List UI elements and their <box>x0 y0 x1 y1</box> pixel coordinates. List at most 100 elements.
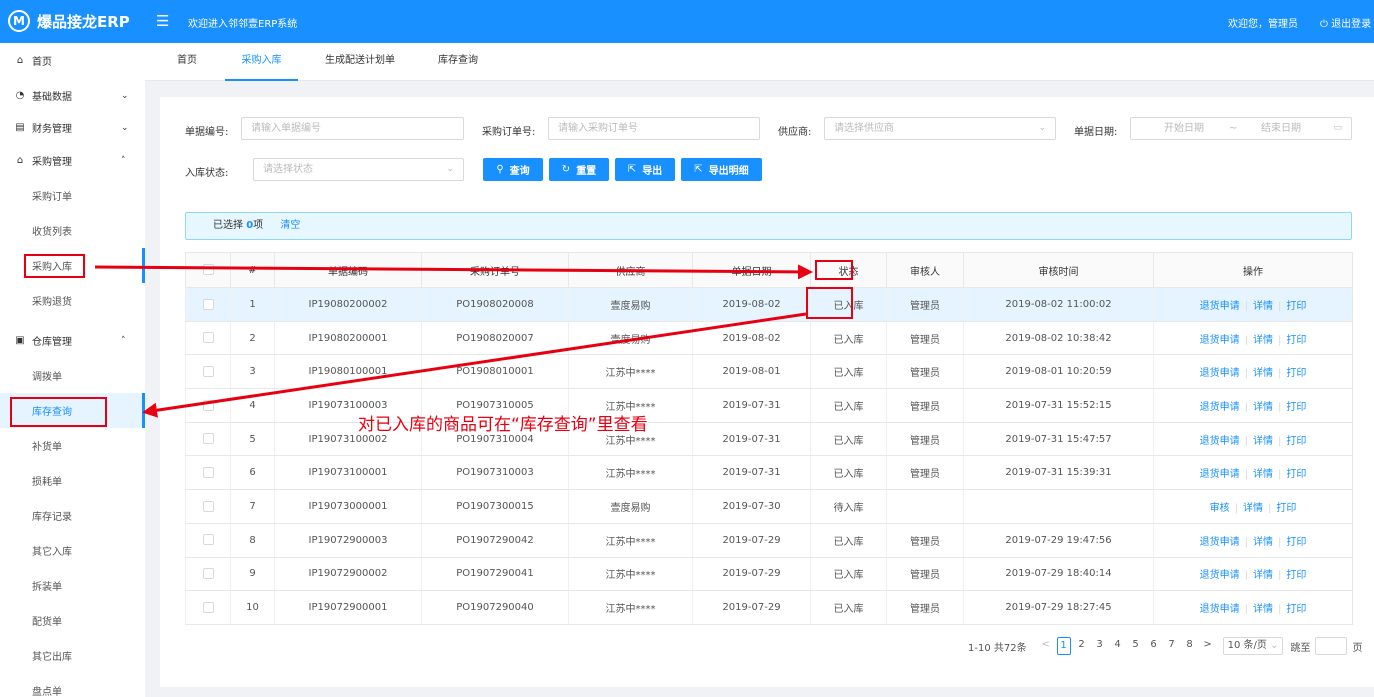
return-request-link[interactable]: 退货申请 <box>1200 301 1240 312</box>
prev-page-button[interactable]: < <box>1039 637 1053 655</box>
actions[interactable]: 退货申请 | 详情 | 打印 <box>1153 321 1353 356</box>
actions[interactable]: 退货申请 | 详情 | 打印 <box>1153 557 1353 592</box>
table-row[interactable]: 3 IP19080100001 PO1908010001 江苏中**** 2019-08… <box>185 354 1353 390</box>
status-select[interactable]: 请选择状态 ⌄ <box>253 158 464 181</box>
sidebar-item-purchase-order[interactable]: 采购订单 <box>0 178 145 213</box>
table-row[interactable]: 1 IP19080200002 PO1908020008 壹度易购 2019-08-02… <box>185 287 1353 322</box>
page-button[interactable]: 8 <box>1183 637 1197 655</box>
checkbox[interactable] <box>202 500 214 512</box>
po-no-input[interactable]: 请输入采购订单号 <box>548 117 760 140</box>
sidebar-item-other-out[interactable]: 其它出库 <box>0 638 145 673</box>
checkbox[interactable] <box>202 534 214 546</box>
sidebar-item-other-in[interactable]: 其它入库 <box>0 533 145 568</box>
sidebar-item-warehouse[interactable]: ▣ 仓库管理 ˄ <box>0 323 145 358</box>
print-link[interactable]: 打印 <box>1286 402 1306 413</box>
print-link[interactable]: 打印 <box>1286 301 1306 312</box>
clear-selection-link[interactable]: 清空 <box>280 220 300 231</box>
sidebar-item-basic-data[interactable]: ◔ 基础数据 ⌄ <box>0 78 145 113</box>
checkbox[interactable] <box>202 399 214 411</box>
page-button[interactable]: 3 <box>1093 637 1107 655</box>
tab-stock-query[interactable]: 库存查询 <box>430 43 486 81</box>
checkbox[interactable] <box>202 298 214 310</box>
user-greeting[interactable]: 欢迎您，管理员 <box>1228 15 1298 30</box>
row-checkbox[interactable] <box>185 287 231 322</box>
table-row[interactable]: 10 IP19072900001 PO1907290040 江苏中**** 2019-0… <box>185 590 1353 625</box>
actions[interactable]: 退货申请 | 详情 | 打印 <box>1153 590 1353 625</box>
print-link[interactable]: 打印 <box>1286 604 1306 615</box>
row-checkbox[interactable] <box>185 354 231 390</box>
actions[interactable]: 退货申请 | 详情 | 打印 <box>1153 455 1353 491</box>
table-row[interactable]: 7 IP19073000001 PO1907300015 壹度易购 2019-07-30… <box>185 489 1353 524</box>
actions[interactable]: 退货申请 | 详情 | 打印 <box>1153 422 1353 457</box>
print-link[interactable]: 打印 <box>1286 570 1306 581</box>
table-row[interactable]: 8 IP19072900003 PO1907290042 江苏中**** 2019-07… <box>185 523 1353 558</box>
sidebar-item-distribution[interactable]: 配货单 <box>0 603 145 638</box>
next-page-button[interactable]: > <box>1201 637 1215 655</box>
supplier-select[interactable]: 请选择供应商 ⌄ <box>824 117 1056 140</box>
print-link[interactable]: 打印 <box>1286 537 1306 548</box>
detail-link[interactable]: 详情 <box>1253 537 1273 548</box>
row-checkbox[interactable] <box>185 422 231 457</box>
doc-no-input[interactable]: 请输入单据编号 <box>241 117 464 140</box>
row-checkbox[interactable] <box>185 590 231 625</box>
actions[interactable]: 退货申请 | 详情 | 打印 <box>1153 287 1353 322</box>
tab-purchase-in[interactable]: 采购入库 <box>225 43 298 81</box>
actions[interactable]: 退货申请 | 详情 | 打印 <box>1153 523 1353 558</box>
page-button[interactable]: 1 <box>1056 637 1071 655</box>
audit-link[interactable]: 审核 <box>1210 503 1230 514</box>
print-link[interactable]: 打印 <box>1286 469 1306 480</box>
detail-link[interactable]: 详情 <box>1253 335 1273 346</box>
checkbox[interactable] <box>202 264 214 276</box>
row-checkbox[interactable] <box>185 321 231 356</box>
table-row[interactable]: 9 IP19072900002 PO1907290041 江苏中**** 2019-07… <box>185 557 1353 592</box>
checkbox[interactable] <box>202 365 214 377</box>
tab-home[interactable]: 首页 <box>167 43 207 81</box>
return-request-link[interactable]: 退货申请 <box>1200 604 1240 615</box>
sidebar-item-inventory[interactable]: 盘点单 <box>0 673 145 697</box>
actions[interactable]: 审核 | 详情 | 打印 <box>1153 489 1353 524</box>
row-checkbox[interactable] <box>185 557 231 592</box>
sidebar-item-home[interactable]: ⌂ 首页 <box>0 43 145 78</box>
checkbox[interactable] <box>202 433 214 445</box>
print-link[interactable]: 打印 <box>1286 436 1306 447</box>
jump-page-input[interactable] <box>1315 637 1348 655</box>
sidebar-item-disassemble[interactable]: 拆装单 <box>0 568 145 603</box>
logout-button[interactable]: ⏻ 退出登录 <box>1320 15 1371 30</box>
actions[interactable]: 退货申请 | 详情 | 打印 <box>1153 354 1353 390</box>
date-range-picker[interactable]: 开始日期 ~ 结束日期 ▭ <box>1130 117 1352 140</box>
print-link[interactable]: 打印 <box>1286 368 1306 379</box>
export-button[interactable]: ⇱ 导出 <box>615 158 675 181</box>
return-request-link[interactable]: 退货申请 <box>1200 436 1240 447</box>
checkbox[interactable] <box>202 467 214 479</box>
return-request-link[interactable]: 退货申请 <box>1200 469 1240 480</box>
return-request-link[interactable]: 退货申请 <box>1200 570 1240 581</box>
sidebar-item-purchase-return[interactable]: 采购退货 <box>0 283 145 318</box>
row-checkbox[interactable] <box>185 388 231 423</box>
page-button[interactable]: 4 <box>1111 637 1125 655</box>
page-button[interactable]: 5 <box>1129 637 1143 655</box>
return-request-link[interactable]: 退货申请 <box>1200 537 1240 548</box>
checkbox[interactable] <box>202 332 214 344</box>
detail-link[interactable]: 详情 <box>1253 402 1273 413</box>
sidebar-item-finance[interactable]: ▤ 财务管理 ⌄ <box>0 110 145 145</box>
table-row[interactable]: 2 IP19080200001 PO1908020007 壹度易购 2019-08-02… <box>185 321 1353 356</box>
page-size-select[interactable]: 10 条/页 ⌄ <box>1222 637 1284 655</box>
select-all-checkbox[interactable] <box>185 252 231 288</box>
tab-delivery-plan[interactable]: 生成配送计划单 <box>315 43 405 81</box>
reset-button[interactable]: ↻ 重置 <box>549 158 609 181</box>
print-link[interactable]: 打印 <box>1286 335 1306 346</box>
actions[interactable]: 退货申请 | 详情 | 打印 <box>1153 388 1353 423</box>
menu-fold-icon[interactable]: ☰ <box>156 12 169 30</box>
page-button[interactable]: 2 <box>1075 637 1089 655</box>
sidebar-item-stock-record[interactable]: 库存记录 <box>0 498 145 533</box>
row-checkbox[interactable] <box>185 455 231 491</box>
detail-link[interactable]: 详情 <box>1253 570 1273 581</box>
row-checkbox[interactable] <box>185 489 231 524</box>
return-request-link[interactable]: 退货申请 <box>1200 402 1240 413</box>
detail-link[interactable]: 详情 <box>1253 368 1273 379</box>
sidebar-item-purchase[interactable]: ⌂ 采购管理 ˄ <box>0 143 145 178</box>
row-checkbox[interactable] <box>185 523 231 558</box>
brand[interactable]: M 爆品接龙ERP <box>8 10 130 32</box>
detail-link[interactable]: 详情 <box>1253 301 1273 312</box>
table-row[interactable]: 6 IP19073100001 PO1907310003 江苏中**** 2019-07… <box>185 455 1353 491</box>
